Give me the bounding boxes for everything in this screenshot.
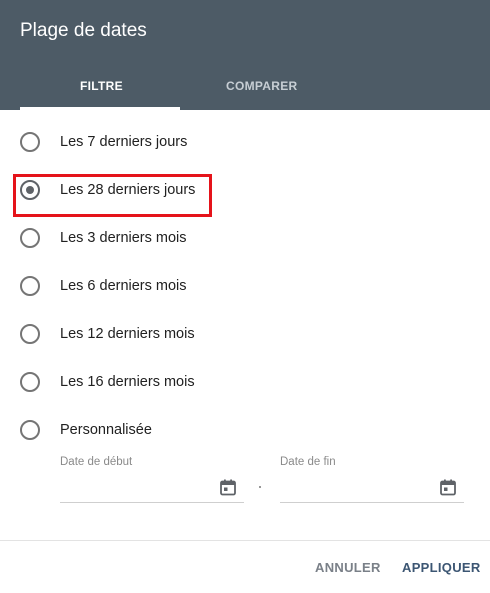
option-16-months[interactable]: Les 16 derniers mois [20, 367, 280, 397]
range-separator [259, 486, 261, 488]
footer-divider [0, 540, 490, 541]
cancel-button[interactable]: ANNULER [315, 560, 381, 575]
selection-highlight-box [13, 174, 212, 217]
radio-button[interactable] [20, 372, 40, 392]
option-label: Les 16 derniers mois [60, 374, 195, 390]
start-date-label: Date de début [60, 456, 133, 468]
start-date-field[interactable] [60, 474, 244, 503]
radio-button[interactable] [20, 324, 40, 344]
option-7-days[interactable]: Les 7 derniers jours [20, 127, 280, 157]
option-label: Les 6 derniers mois [60, 278, 187, 294]
tab-comparer[interactable]: COMPARER [226, 79, 298, 93]
calendar-icon[interactable] [220, 479, 236, 496]
tab-filtre[interactable]: FILTRE [80, 79, 123, 93]
option-label: Personnalisée [60, 422, 152, 438]
dialog-header: Plage de dates FILTRE COMPARER [0, 0, 490, 110]
option-6-months[interactable]: Les 6 derniers mois [20, 271, 280, 301]
radio-button[interactable] [20, 228, 40, 248]
option-label: Les 3 derniers mois [60, 230, 187, 246]
option-label: Les 7 derniers jours [60, 134, 188, 150]
radio-button[interactable] [20, 276, 40, 296]
dialog-title: Plage de dates [20, 20, 147, 41]
option-label: Les 12 derniers mois [60, 326, 195, 342]
active-tab-indicator [20, 107, 180, 110]
option-12-months[interactable]: Les 12 derniers mois [20, 319, 280, 349]
radio-button[interactable] [20, 420, 40, 440]
apply-button[interactable]: APPLIQUER [402, 560, 481, 575]
radio-button[interactable] [20, 132, 40, 152]
end-date-label: Date de fin [280, 456, 336, 468]
option-custom[interactable]: Personnalisée [20, 415, 280, 445]
calendar-icon[interactable] [440, 479, 456, 496]
option-3-months[interactable]: Les 3 derniers mois [20, 223, 280, 253]
end-date-field[interactable] [280, 474, 464, 503]
